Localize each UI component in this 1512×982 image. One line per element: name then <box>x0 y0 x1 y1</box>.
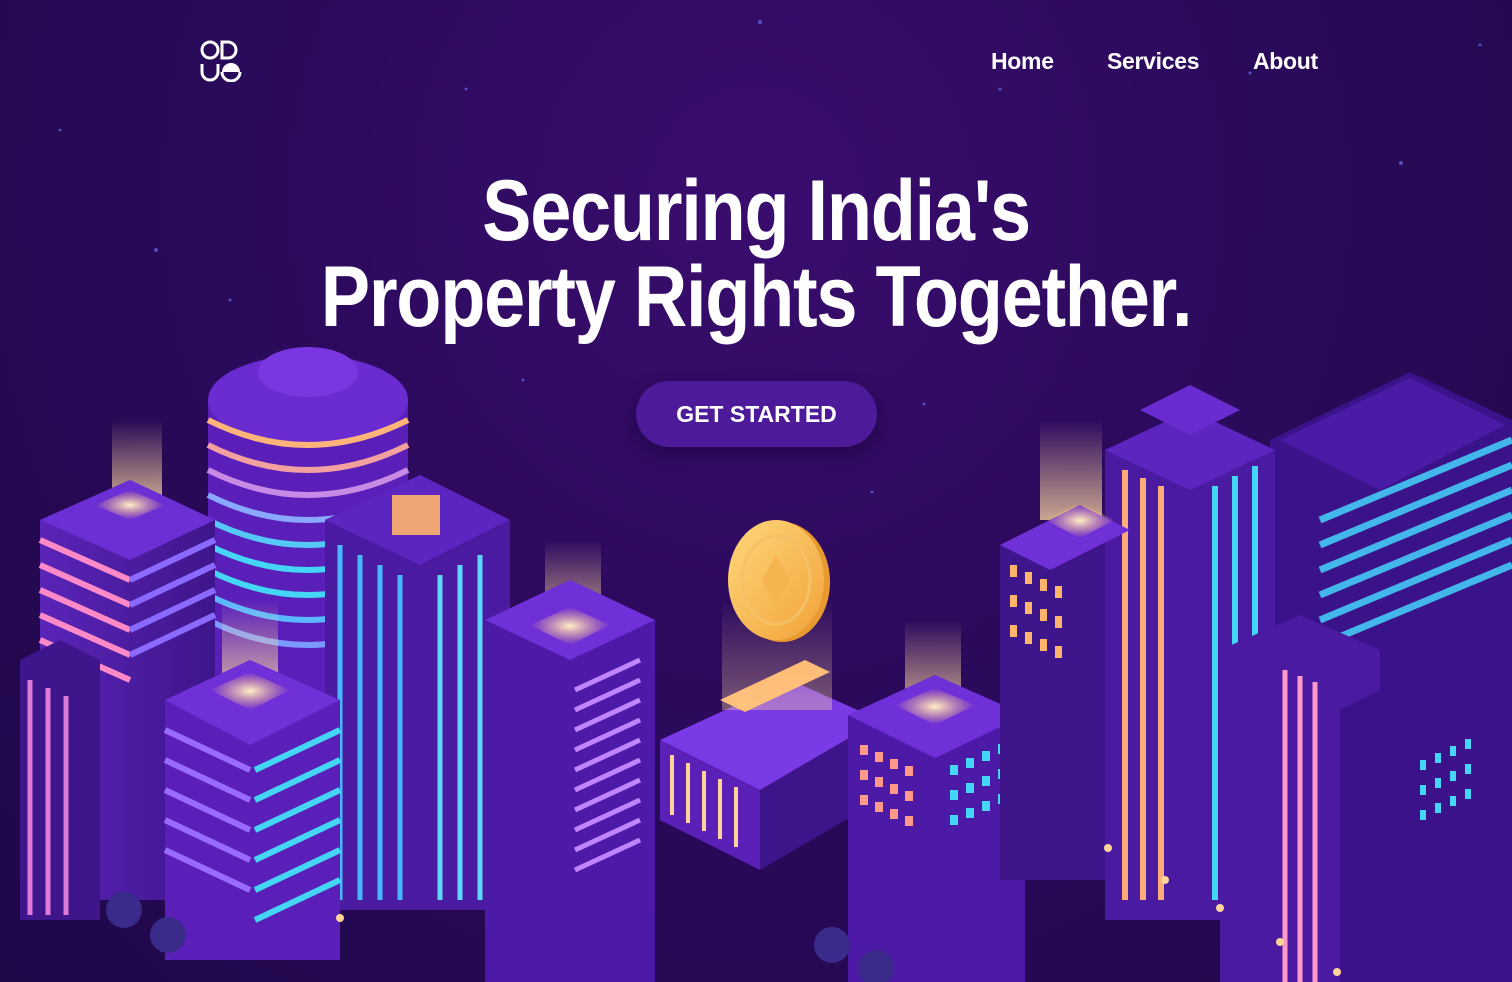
block-left-front <box>20 640 100 920</box>
isometric-city-illustration <box>20 20 1512 982</box>
gold-coin-icon <box>722 520 832 710</box>
nav-link-services[interactable]: Services <box>1107 46 1200 76</box>
nav-link-home[interactable]: Home <box>991 46 1054 76</box>
tower-center-left <box>325 475 510 910</box>
hero-title-line2: Property Rights Together. <box>320 249 1193 345</box>
hero-title: Securing India's Property Rights Togethe… <box>106 168 1406 340</box>
landing-page: Home Services About Securing India's Pro… <box>0 0 1512 982</box>
hero-title-line1: Securing India's <box>482 163 1031 259</box>
tower-center-right <box>848 620 1025 982</box>
tower-center <box>485 540 655 982</box>
get-started-button[interactable]: GET STARTED <box>636 381 877 447</box>
top-navbar: Home Services About <box>0 0 1512 120</box>
nav-link-about[interactable]: About <box>1253 46 1318 76</box>
brand-logo-icon[interactable] <box>200 40 242 82</box>
